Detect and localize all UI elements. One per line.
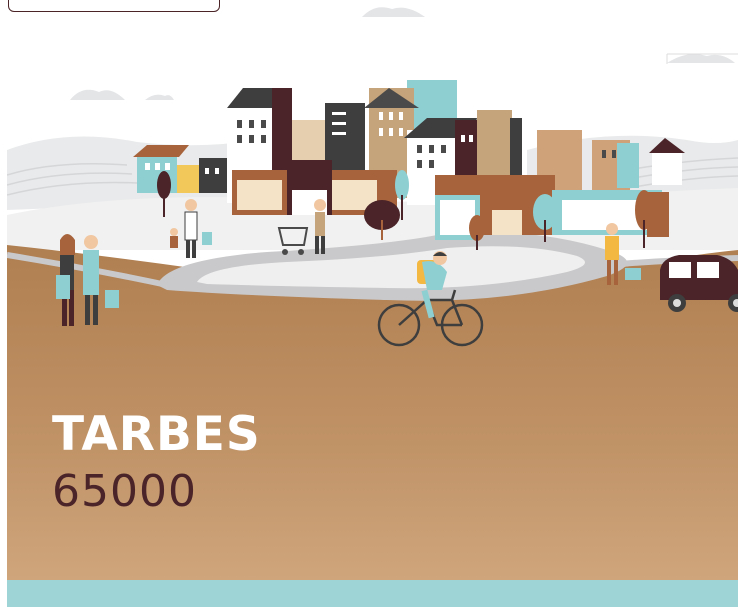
bottom-band	[7, 580, 738, 607]
clouds	[70, 7, 735, 100]
hero-banner: TARBES 65000	[7, 0, 738, 580]
city-name: TARBES	[52, 407, 261, 462]
postal-code: 65000	[52, 466, 197, 517]
